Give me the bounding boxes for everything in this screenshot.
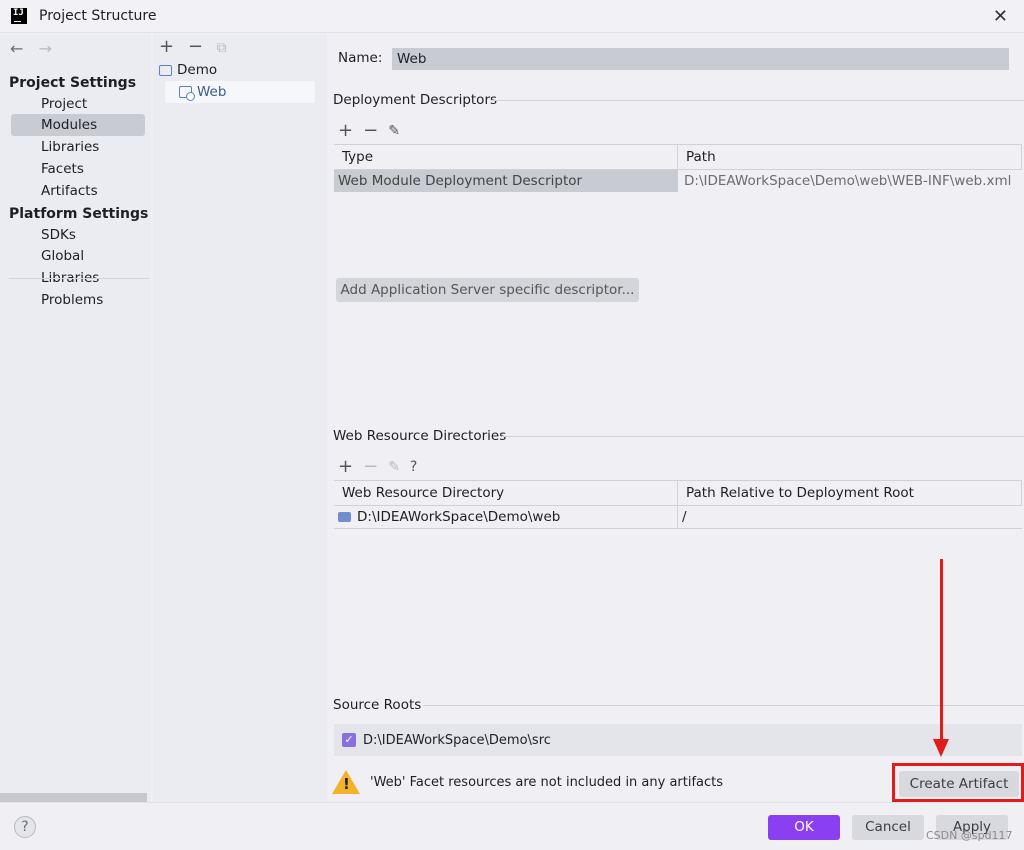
edit-icon[interactable]: ✎ [388, 459, 400, 475]
module-folder-icon [159, 64, 172, 76]
web-resource-dir-text: D:\IDEAWorkSpace\Demo\web [357, 509, 561, 525]
warning-text: 'Web' Facet resources are not included i… [370, 774, 724, 790]
source-root-row[interactable]: ✓ D:\IDEAWorkSpace\Demo\src [334, 724, 1022, 756]
module-tree-panel: + − ⧉ Demo Web [153, 34, 327, 802]
help-icon[interactable]: ? [14, 816, 36, 838]
name-field[interactable]: Web [392, 48, 1009, 70]
facet-settings-panel: Name: Web Deployment Descriptors + − ✎ T… [328, 34, 1024, 802]
add-icon[interactable]: + [159, 36, 174, 57]
column-header-type[interactable]: Type [334, 145, 678, 169]
relative-path-cell: / [682, 509, 687, 525]
copy-icon[interactable]: ⧉ [217, 40, 227, 56]
window-title: Project Structure [39, 8, 157, 24]
tree-node-demo[interactable]: Demo [159, 59, 319, 81]
remove-icon[interactable]: − [363, 456, 378, 477]
nav-item-problems[interactable]: Problems [11, 289, 145, 311]
table-row[interactable]: Web Module Deployment Descriptor D:\IDEA… [334, 170, 1022, 192]
deployment-descriptors-title: Deployment Descriptors [333, 92, 498, 108]
annotation-highlight-box [892, 763, 1024, 802]
ok-button[interactable]: OK [768, 815, 840, 840]
column-header-relative-path[interactable]: Path Relative to Deployment Root [678, 481, 1022, 505]
group-divider [502, 436, 1024, 437]
group-divider [491, 100, 1024, 101]
tree-node-web[interactable]: Web [165, 81, 315, 103]
tree-node-label: Demo [177, 62, 218, 78]
descriptor-type-cell: Web Module Deployment Descriptor [334, 170, 678, 192]
nav-divider [9, 278, 149, 279]
intellij-app-icon: IJ [11, 8, 27, 24]
web-resource-directories-title: Web Resource Directories [333, 428, 507, 444]
tree-toolbar: + − ⧉ [159, 36, 235, 57]
dialog-footer: ? OK Cancel Apply CSDN @spd117 [0, 802, 1024, 850]
watermark: CSDN @spd117 [926, 829, 1013, 842]
descriptor-path-cell: D:\IDEAWorkSpace\Demo\web\WEB-INF\web.xm… [684, 173, 1012, 189]
nav-item-facets[interactable]: Facets [11, 158, 145, 180]
name-label: Name: [338, 50, 383, 66]
group-divider [423, 705, 1024, 706]
tree-node-label: Web [197, 84, 227, 100]
column-header-web-resource-directory[interactable]: Web Resource Directory [334, 481, 678, 505]
web-resources-toolbar: + − ✎ ? [338, 456, 417, 477]
title-bar: IJ Project Structure ✕ [0, 0, 1024, 33]
web-resources-table: Web Resource Directory Path Relative to … [334, 480, 1022, 529]
project-settings-heading: Project Settings [9, 75, 137, 91]
add-icon[interactable]: + [338, 456, 353, 477]
nav-item-artifacts[interactable]: Artifacts [11, 180, 145, 202]
edit-icon[interactable]: ✎ [388, 123, 400, 139]
cancel-button[interactable]: Cancel [852, 815, 924, 840]
nav-item-sdks[interactable]: SDKs [11, 224, 145, 246]
source-root-path: D:\IDEAWorkSpace\Demo\src [363, 732, 551, 748]
deployment-descriptors-table: Type Path Web Module Deployment Descript… [334, 144, 1022, 192]
close-icon[interactable]: ✕ [993, 6, 1008, 27]
horizontal-scrollbar[interactable] [0, 793, 147, 802]
nav-item-libraries[interactable]: Libraries [11, 136, 145, 158]
add-icon[interactable]: + [338, 120, 353, 141]
table-header: Web Resource Directory Path Relative to … [334, 480, 1022, 506]
warning-icon [332, 770, 360, 794]
nav-history: ← → [10, 39, 62, 58]
source-roots-title: Source Roots [333, 697, 422, 713]
web-resource-dir-cell: D:\IDEAWorkSpace\Demo\web [334, 506, 678, 528]
remove-icon[interactable]: − [188, 36, 203, 57]
remove-icon[interactable]: − [363, 120, 378, 141]
nav-item-modules[interactable]: Modules [11, 114, 145, 136]
table-header: Type Path [334, 144, 1022, 170]
add-server-descriptor-button[interactable]: Add Application Server specific descript… [336, 278, 639, 302]
nav-item-global-libraries[interactable]: Global Libraries [11, 245, 145, 286]
table-row[interactable]: D:\IDEAWorkSpace\Demo\web / [334, 506, 1022, 529]
platform-settings-heading: Platform Settings [9, 206, 149, 222]
forward-arrow-icon[interactable]: → [39, 39, 52, 58]
column-header-path[interactable]: Path [678, 145, 1022, 169]
deployment-toolbar: + − ✎ [338, 120, 400, 141]
back-arrow-icon[interactable]: ← [10, 39, 23, 58]
source-root-checkbox[interactable]: ✓ [342, 733, 356, 747]
help-icon[interactable]: ? [410, 459, 417, 475]
annotation-arrow [940, 559, 943, 749]
nav-item-project[interactable]: Project [11, 93, 145, 115]
web-facet-icon [179, 86, 195, 101]
warning-row: 'Web' Facet resources are not included i… [332, 770, 723, 794]
folder-icon [338, 512, 351, 522]
settings-nav-panel: ← → Project Settings Project Modules Lib… [0, 34, 151, 802]
annotation-arrowhead [933, 739, 949, 757]
